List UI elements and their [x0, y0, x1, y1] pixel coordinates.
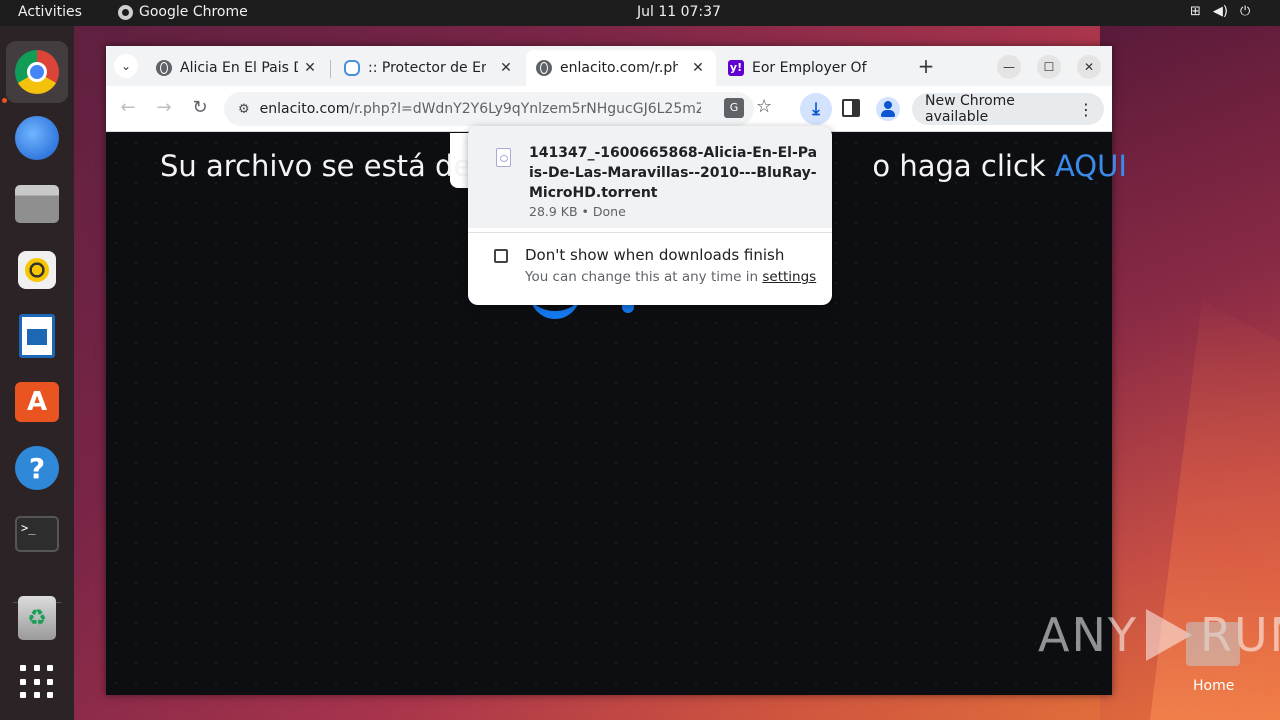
files-icon — [15, 185, 59, 223]
thunderbird-icon — [15, 116, 59, 160]
download-item[interactable]: 141347_-1600665868-Alicia-En-El-Pais-De-… — [468, 126, 832, 228]
help-icon: ? — [15, 446, 59, 490]
tab-alicia[interactable]: Alicia En El Pais D ✕ — [146, 50, 328, 86]
chevron-down-icon: ⌄ — [120, 59, 132, 73]
anyrun-watermark: ANY RUN — [1038, 608, 1280, 662]
downloads-button[interactable]: ⤓ — [800, 93, 832, 125]
dont-show-checkbox[interactable] — [494, 249, 508, 263]
menu-dots-icon: ⋮ — [1078, 99, 1094, 119]
settings-link[interactable]: settings — [762, 269, 816, 285]
maximize-icon: ☐ — [1043, 60, 1055, 74]
url-host: enlacito.com — [259, 101, 350, 117]
download-filename: 141347_-1600665868-Alicia-En-El-Pais-De-… — [529, 145, 818, 201]
bookmark-star-icon[interactable]: ☆ — [756, 96, 772, 117]
url-path: /r.php?l=dWdnY2Y6Ly9qYnlzem5rNHgucGJ6L25… — [349, 101, 702, 117]
trash-icon: ♻ — [18, 596, 56, 640]
dock-chrome[interactable] — [6, 41, 68, 103]
tab-strip: ⌄ Alicia En El Pais D ✕ :: Protector de … — [106, 46, 1112, 86]
close-icon: ✕ — [1083, 60, 1095, 74]
watermark-left: ANY — [1038, 608, 1138, 662]
dock: A ? >_ ♻ — [0, 26, 74, 720]
system-tray[interactable]: ⊞ ◀) ⏻ — [1190, 4, 1250, 19]
aqui-link[interactable]: AQUI — [1055, 149, 1127, 183]
message-end: o haga click — [872, 149, 1055, 183]
tab-search-button[interactable]: ⌄ — [114, 54, 138, 78]
chrome-small-icon — [118, 4, 133, 20]
address-bar[interactable]: ⚙ enlacito.com /r.php?l=dWdnY2Y6Ly9qYnlz… — [224, 92, 754, 126]
running-indicator — [2, 98, 7, 103]
tab-label: enlacito.com/r.ph — [560, 60, 678, 76]
tab-protector[interactable]: :: Protector de En ✕ — [334, 50, 524, 86]
activities-button[interactable]: Activities — [18, 4, 82, 20]
dock-rhythmbox[interactable] — [6, 239, 68, 301]
terminal-icon: >_ — [15, 516, 59, 552]
settings-hint: You can change this at any time in setti… — [525, 269, 816, 285]
site-info-icon[interactable]: ⚙ — [238, 102, 250, 117]
update-label: New Chrome available — [925, 93, 1015, 125]
tab-label: :: Protector de En — [368, 60, 486, 76]
app-menu[interactable]: Google Chrome — [118, 4, 248, 20]
dock-app-center[interactable]: A — [6, 371, 68, 433]
minimize-icon: — — [1003, 60, 1015, 74]
dock-help[interactable]: ? — [6, 437, 68, 499]
power-icon: ⏻ — [1239, 4, 1251, 19]
show-apps-icon — [20, 665, 54, 699]
home-label[interactable]: Home — [1193, 678, 1234, 694]
tab-label: Alicia En El Pais D — [180, 60, 298, 76]
tab-employer[interactable]: y! Eor Employer Of I — [718, 50, 908, 86]
home-folder-icon[interactable] — [1186, 622, 1240, 666]
close-window-button[interactable]: ✕ — [1077, 55, 1101, 79]
translate-icon[interactable]: G — [724, 98, 744, 118]
divider — [468, 232, 832, 233]
network-icon: ⊞ — [1190, 4, 1201, 19]
yahoo-icon: y! — [728, 60, 744, 76]
update-chrome-button[interactable]: New Chrome available ⋮ — [912, 93, 1104, 125]
message-start: Su archivo se está des — [160, 149, 487, 183]
profile-icon[interactable] — [876, 97, 900, 121]
close-icon[interactable]: ✕ — [498, 60, 514, 76]
download-bubble: 141347_-1600665868-Alicia-En-El-Pais-De-… — [468, 126, 832, 305]
chrome-icon — [15, 50, 59, 94]
globe-icon — [156, 60, 172, 76]
tab-label: Eor Employer Of I — [752, 60, 870, 76]
dock-thunderbird[interactable] — [6, 107, 68, 169]
dock-files[interactable] — [6, 173, 68, 235]
close-icon[interactable]: ✕ — [690, 60, 706, 76]
maximize-button[interactable]: ☐ — [1037, 55, 1061, 79]
volume-icon: ◀) — [1212, 4, 1228, 19]
rhythmbox-icon — [18, 251, 56, 289]
close-icon[interactable]: ✕ — [302, 60, 318, 76]
hint-text: You can change this at any time in — [525, 269, 763, 285]
dock-show-apps[interactable] — [6, 651, 68, 713]
back-button[interactable]: ← — [116, 97, 140, 118]
cloud-icon — [344, 60, 360, 76]
dock-writer[interactable] — [6, 305, 68, 367]
globe-icon — [536, 60, 552, 76]
reload-button[interactable]: ↻ — [188, 97, 212, 118]
forward-button[interactable]: → — [152, 97, 176, 118]
dock-terminal[interactable]: >_ — [6, 503, 68, 565]
app-center-icon: A — [15, 382, 59, 422]
download-status: 28.9 KB • Done — [529, 204, 626, 219]
side-panel-icon[interactable] — [842, 99, 860, 117]
top-bar: Activities Google Chrome Jul 11 07:37 ⊞ … — [0, 0, 1280, 26]
minimize-button[interactable]: — — [997, 55, 1021, 79]
download-icon: ⤓ — [812, 99, 820, 119]
new-tab-button[interactable]: + — [914, 54, 938, 78]
dock-trash[interactable]: ♻ — [6, 587, 68, 649]
tab-separator — [330, 60, 331, 78]
writer-icon — [19, 314, 55, 358]
dont-show-label[interactable]: Don't show when downloads finish — [525, 246, 784, 264]
file-icon — [496, 148, 511, 167]
clock[interactable]: Jul 11 07:37 — [637, 4, 721, 20]
tab-enlacito[interactable]: enlacito.com/r.ph ✕ — [526, 50, 716, 86]
app-name: Google Chrome — [139, 4, 248, 20]
